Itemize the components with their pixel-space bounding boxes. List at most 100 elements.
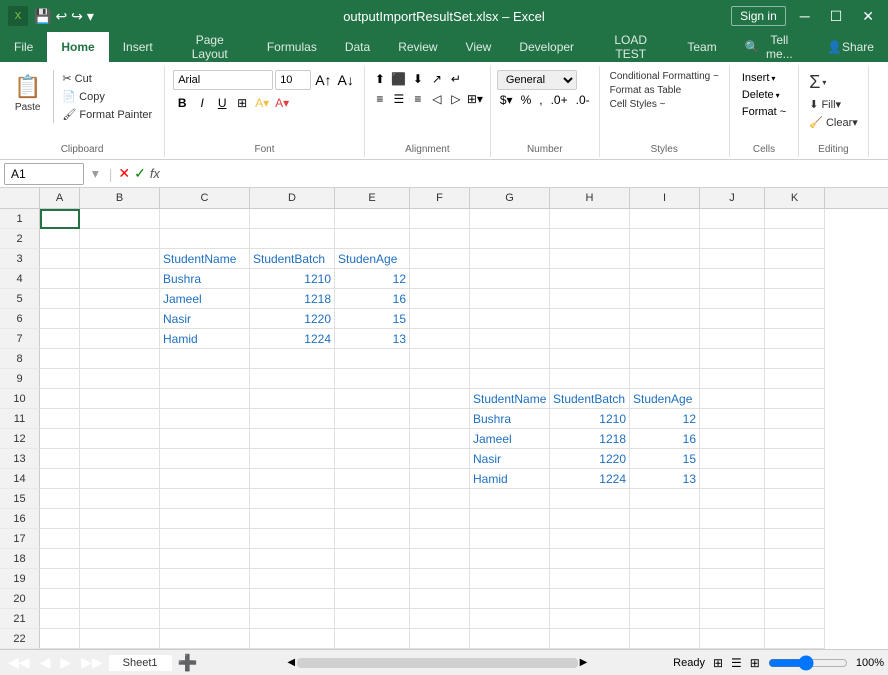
cell-d15[interactable] <box>250 489 335 509</box>
cell-f21[interactable] <box>410 609 470 629</box>
cell-k19[interactable] <box>765 569 825 589</box>
col-header-f[interactable]: F <box>410 188 470 208</box>
cell-f2[interactable] <box>410 229 470 249</box>
cell-styles-button[interactable]: Cell Styles ~ <box>606 98 723 111</box>
minimize-button[interactable]: ─ <box>794 6 816 26</box>
scroll-sheets-left-button[interactable]: ◀◀ <box>4 654 34 671</box>
undo-button[interactable]: ↩ <box>55 8 67 25</box>
paste-button[interactable]: 📋 Paste <box>8 70 47 117</box>
cell-f7[interactable] <box>410 329 470 349</box>
cell-g16[interactable] <box>470 509 550 529</box>
scroll-track-h[interactable] <box>297 658 578 668</box>
cell-i6[interactable] <box>630 309 700 329</box>
cell-e8[interactable] <box>335 349 410 369</box>
conditional-formatting-button[interactable]: Conditional Formatting ~ <box>606 70 723 83</box>
customize-quick-access-button[interactable]: ▾ <box>87 8 94 25</box>
cell-h14[interactable]: 1224 <box>550 469 630 489</box>
row-header-16[interactable]: 16 <box>0 509 40 529</box>
add-sheet-button[interactable]: ➕ <box>174 653 202 673</box>
cell-d7[interactable]: 1224 <box>250 329 335 349</box>
fx-button[interactable]: fx <box>150 166 160 181</box>
cell-g17[interactable] <box>470 529 550 549</box>
scroll-sheets-prev-button[interactable]: ◀ <box>36 654 55 671</box>
cell-k14[interactable] <box>765 469 825 489</box>
align-right-button[interactable]: ≡ <box>409 90 427 108</box>
row-header-20[interactable]: 20 <box>0 589 40 609</box>
cell-i19[interactable] <box>630 569 700 589</box>
cell-f19[interactable] <box>410 569 470 589</box>
cell-b21[interactable] <box>80 609 160 629</box>
cell-g15[interactable] <box>470 489 550 509</box>
cell-i3[interactable] <box>630 249 700 269</box>
cell-c20[interactable] <box>160 589 250 609</box>
row-header-8[interactable]: 8 <box>0 349 40 369</box>
col-header-k[interactable]: K <box>765 188 825 208</box>
comma-button[interactable]: , <box>536 92 545 108</box>
cell-h1[interactable] <box>550 209 630 229</box>
horizontal-scrollbar[interactable]: ◀ ▶ <box>287 657 587 668</box>
cell-b11[interactable] <box>80 409 160 429</box>
cell-g3[interactable] <box>470 249 550 269</box>
cell-f9[interactable] <box>410 369 470 389</box>
cell-a18[interactable] <box>40 549 80 569</box>
delete-cells-button[interactable]: Delete▾ <box>736 87 792 103</box>
col-header-i[interactable]: I <box>630 188 700 208</box>
scroll-sheets-next-button[interactable]: ▶ <box>56 654 75 671</box>
cell-j2[interactable] <box>700 229 765 249</box>
cell-k4[interactable] <box>765 269 825 289</box>
formula-input[interactable] <box>164 166 884 182</box>
cell-f4[interactable] <box>410 269 470 289</box>
cell-d13[interactable] <box>250 449 335 469</box>
underline-button[interactable]: U <box>213 94 231 112</box>
cell-g20[interactable] <box>470 589 550 609</box>
cell-mode-button[interactable]: ⊞ <box>713 656 723 670</box>
cell-k13[interactable] <box>765 449 825 469</box>
format-as-table-button[interactable]: Format as Table <box>606 84 723 97</box>
tab-home[interactable]: Home <box>47 32 108 62</box>
cell-g11[interactable]: Bushra <box>470 409 550 429</box>
cell-g10[interactable]: StudentName <box>470 389 550 409</box>
cell-i11[interactable]: 12 <box>630 409 700 429</box>
cell-c16[interactable] <box>160 509 250 529</box>
row-header-7[interactable]: 7 <box>0 329 40 349</box>
formula-confirm-button[interactable]: ✓ <box>134 165 146 182</box>
col-header-j[interactable]: J <box>700 188 765 208</box>
cell-a13[interactable] <box>40 449 80 469</box>
cell-h17[interactable] <box>550 529 630 549</box>
tab-insert[interactable]: Insert <box>109 32 167 62</box>
format-painter-button[interactable]: 🖌 Format Painter <box>58 106 156 123</box>
cell-h3[interactable] <box>550 249 630 269</box>
tab-team[interactable]: Team <box>673 32 730 62</box>
page-break-view-button[interactable]: ⊞ <box>750 656 760 670</box>
cell-f11[interactable] <box>410 409 470 429</box>
cell-k22[interactable] <box>765 629 825 649</box>
cell-i2[interactable] <box>630 229 700 249</box>
tab-review[interactable]: Review <box>384 32 451 62</box>
cell-f3[interactable] <box>410 249 470 269</box>
cell-h19[interactable] <box>550 569 630 589</box>
cell-c14[interactable] <box>160 469 250 489</box>
cell-i21[interactable] <box>630 609 700 629</box>
cell-h7[interactable] <box>550 329 630 349</box>
cell-a5[interactable] <box>40 289 80 309</box>
cell-g13[interactable]: Nasir <box>470 449 550 469</box>
tab-formulas[interactable]: Formulas <box>253 32 331 62</box>
row-header-13[interactable]: 13 <box>0 449 40 469</box>
cell-k17[interactable] <box>765 529 825 549</box>
row-header-10[interactable]: 10 <box>0 389 40 409</box>
cell-h20[interactable] <box>550 589 630 609</box>
cell-e12[interactable] <box>335 429 410 449</box>
cell-j21[interactable] <box>700 609 765 629</box>
cell-f10[interactable] <box>410 389 470 409</box>
cell-a21[interactable] <box>40 609 80 629</box>
cell-f8[interactable] <box>410 349 470 369</box>
cell-c1[interactable] <box>160 209 250 229</box>
col-header-d[interactable]: D <box>250 188 335 208</box>
cell-j17[interactable] <box>700 529 765 549</box>
cell-h6[interactable] <box>550 309 630 329</box>
cell-b15[interactable] <box>80 489 160 509</box>
cell-h10[interactable]: StudentBatch <box>550 389 630 409</box>
cell-a1[interactable] <box>40 209 80 229</box>
row-header-18[interactable]: 18 <box>0 549 40 569</box>
cell-c19[interactable] <box>160 569 250 589</box>
